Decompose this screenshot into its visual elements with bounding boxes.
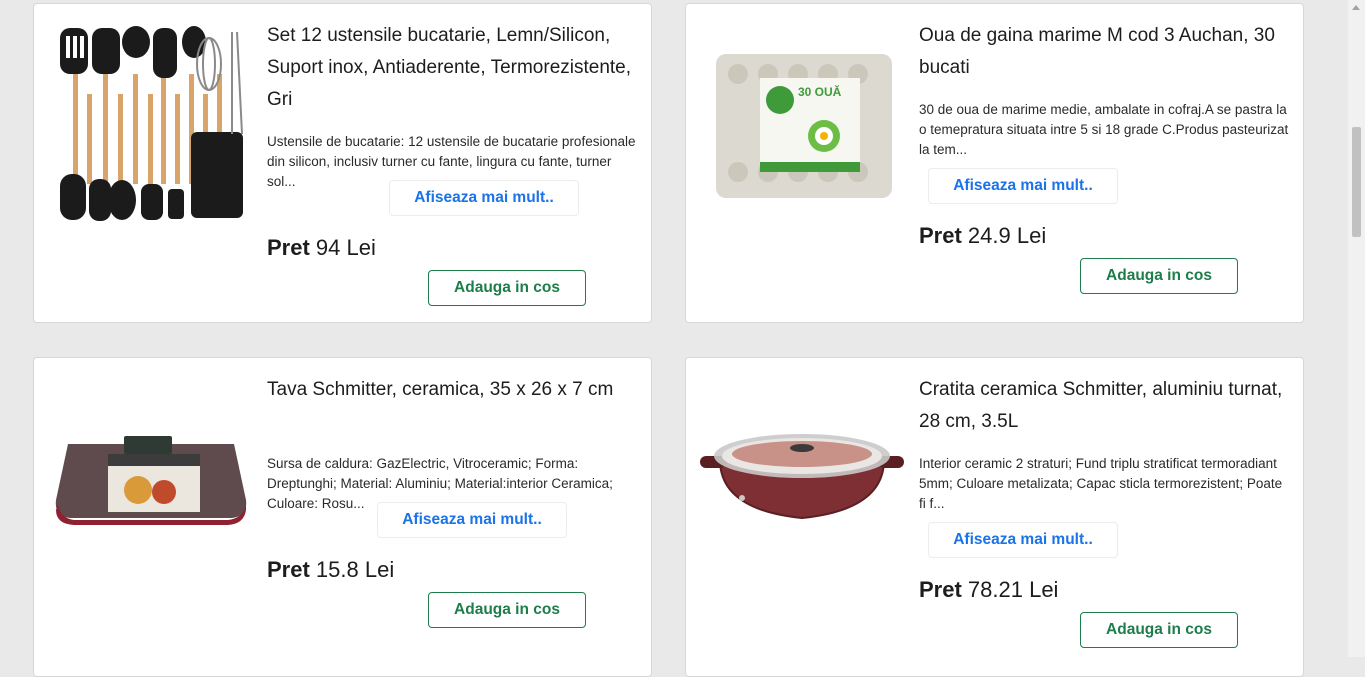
price-label: Pret [919,223,962,248]
product-description: Interior ceramic 2 straturi; Fund triplu… [919,456,1283,511]
show-more-button[interactable]: Afiseaza mai mult.. [928,522,1118,558]
price-label: Pret [267,235,310,260]
price-value: 78.21 Lei [967,577,1059,602]
vertical-scrollbar[interactable] [1348,0,1365,657]
scrollbar-thumb[interactable] [1352,127,1361,237]
price-value: 15.8 Lei [315,557,395,582]
product-title[interactable]: Oua de gaina marime M cod 3 Auchan, 30 b… [919,20,1289,84]
price-label: Pret [267,557,310,582]
add-to-cart-button[interactable]: Adauga in cos [1080,612,1238,648]
package-label: 30 OUĂ [798,84,842,99]
add-to-cart-button[interactable]: Adauga in cos [428,592,586,628]
product-card: Set 12 ustensile bucatarie, Lemn/Silicon… [33,3,652,323]
product-title[interactable]: Cratita ceramica Schmitter, aluminiu tur… [919,374,1289,438]
scroll-up-arrow-icon[interactable] [1352,5,1360,10]
product-price: Pret 78.21 Lei [919,577,1058,603]
product-price: Pret 24.9 Lei [919,223,1046,249]
product-price: Pret 15.8 Lei [267,557,394,583]
product-title[interactable]: Tava Schmitter, ceramica, 35 x 26 x 7 cm [267,374,637,406]
price-value: 24.9 Lei [967,223,1047,248]
product-title[interactable]: Set 12 ustensile bucatarie, Lemn/Silicon… [267,20,637,116]
add-to-cart-button[interactable]: Adauga in cos [428,270,586,306]
show-more-button[interactable]: Afiseaza mai mult.. [377,502,567,538]
product-card: 30 OUĂ Oua de gaina marime M cod 3 Aucha… [685,3,1304,323]
show-more-button[interactable]: Afiseaza mai mult.. [389,180,579,216]
egg-carton-image[interactable]: 30 OUĂ [698,52,906,200]
product-description: 30 de oua de marime medie, ambalate in c… [919,102,1289,157]
baking-tray-image[interactable] [46,430,254,525]
price-value: 94 Lei [315,235,376,260]
ceramic-pot-image[interactable] [698,426,906,526]
product-card: Cratita ceramica Schmitter, aluminiu tur… [685,357,1304,677]
product-card: Tava Schmitter, ceramica, 35 x 26 x 7 cm… [33,357,652,677]
show-more-button[interactable]: Afiseaza mai mult.. [928,168,1118,204]
kitchen-utensils-set-image[interactable] [46,24,254,229]
price-label: Pret [919,577,962,602]
product-price: Pret 94 Lei [267,235,376,261]
add-to-cart-button[interactable]: Adauga in cos [1080,258,1238,294]
